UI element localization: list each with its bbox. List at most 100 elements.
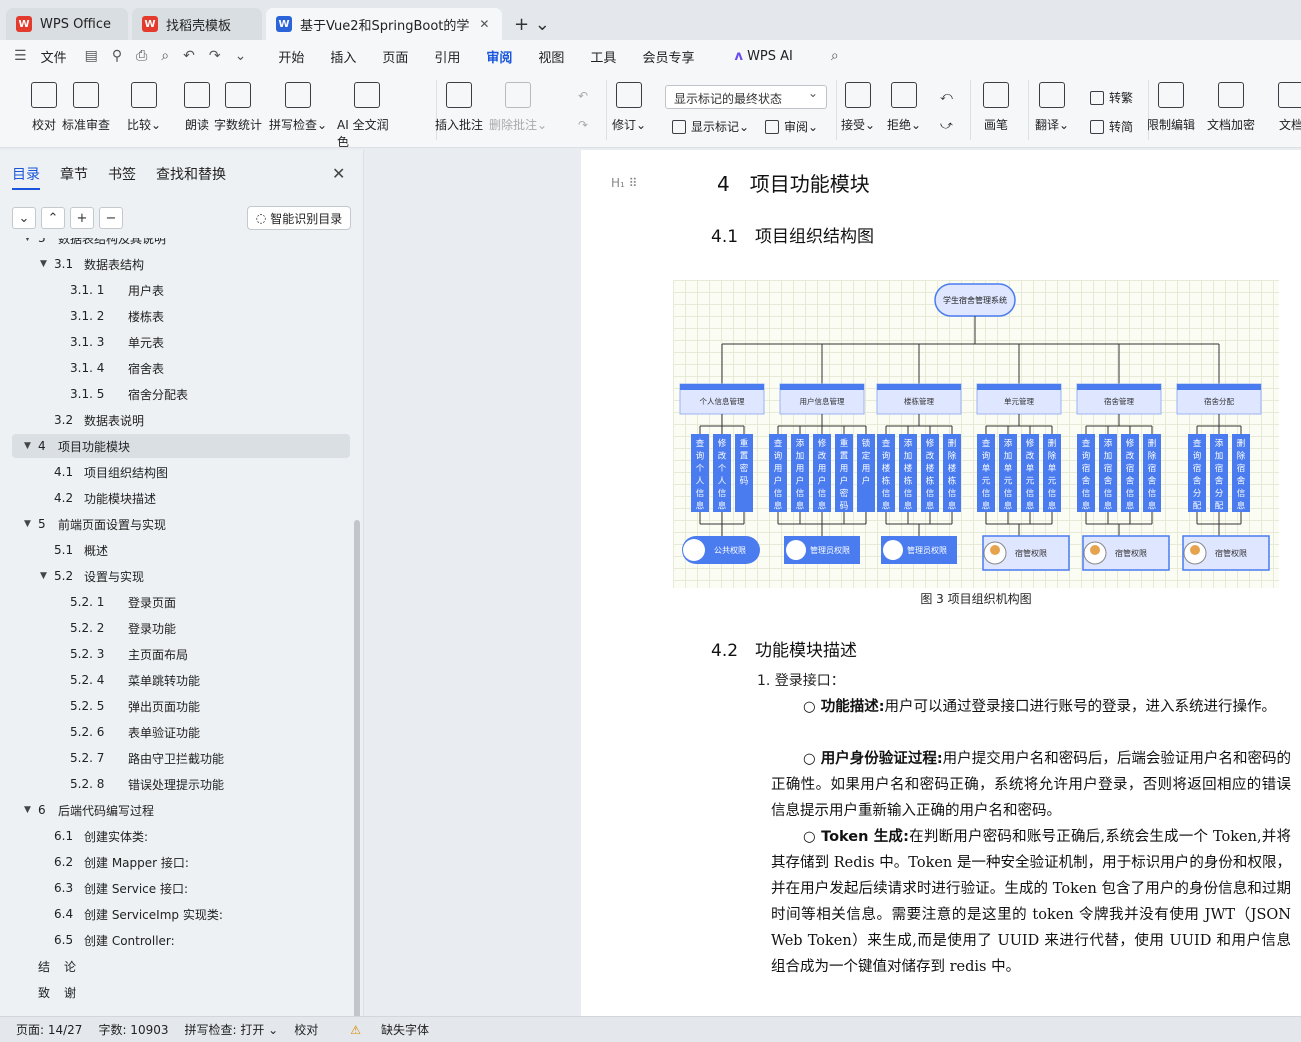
menu-item-7[interactable]: 会员专享 (642, 47, 694, 66)
save-icon[interactable]: ▤ (85, 48, 98, 64)
toc-item[interactable]: 5.2. 1 登录页面 (0, 590, 350, 614)
toc-item[interactable]: 结论 (0, 954, 350, 978)
menu-item-1[interactable]: 插入 (330, 47, 356, 66)
chevron-down-icon[interactable]: ▼ (24, 441, 31, 451)
smart-toc-button[interactable]: ◌ 智能识别目录 (247, 206, 351, 230)
toc-item[interactable]: ▼ 6 后端代码编写过程 (0, 798, 350, 822)
close-icon[interactable]: ✕ (479, 17, 489, 31)
toc-item[interactable]: 5.2. 5 弹出页面功能 (0, 694, 350, 718)
toc-item[interactable]: 3.1. 5 宿舍分配表 (0, 382, 350, 406)
ribbon-button-16[interactable]: 文档 (1261, 82, 1301, 133)
prev-comment-button[interactable]: ↶ (578, 89, 588, 103)
next-revision-button[interactable]: ⤻ (940, 118, 953, 133)
ribbon-button-12[interactable]: 画笔 (966, 82, 1026, 133)
toc-item[interactable]: 6.1 创建实体类: (0, 824, 350, 848)
menu-item-0[interactable]: 开始 (278, 47, 304, 66)
toc-scrollbar[interactable] (354, 520, 360, 1030)
next-comment-button[interactable]: ↷ (578, 118, 588, 132)
menu-item-3[interactable]: 引用 (434, 47, 460, 66)
toc-item[interactable]: 致谢 (0, 980, 350, 1004)
ribbon-button-2[interactable]: 比较⌄ (114, 82, 174, 133)
chevron-down-icon[interactable]: ▼ (24, 238, 31, 243)
tab-0[interactable]: W WPS Office (6, 8, 128, 40)
toc-item[interactable]: 5.2. 6 表单验证功能 (0, 720, 350, 744)
missing-font-status[interactable]: ⚠ 缺失字体 (334, 1021, 429, 1038)
print-icon[interactable]: ⎙ (136, 48, 147, 64)
nav-tab-0[interactable]: 目录 (12, 164, 40, 190)
tab-1[interactable]: W 找稻壳模板 (132, 8, 262, 40)
ribbon-button-13[interactable]: 翻译⌄ (1022, 82, 1082, 133)
ribbon-button-9[interactable]: 修订⌄ (599, 82, 659, 133)
minus-icon[interactable]: − (99, 207, 123, 229)
new-tab-button[interactable]: + ⌄ (506, 8, 558, 40)
nav-tab-1[interactable]: 章节 (60, 164, 88, 184)
chevron-down-icon[interactable]: ▼ (40, 259, 47, 269)
toc-item[interactable]: ▼ 5 前端页面设置与实现 (0, 512, 350, 536)
toc-item[interactable]: 6.4 创建 ServiceImp 实现类: (0, 902, 350, 926)
toc-item[interactable]: 5.2. 4 菜单跳转功能 (0, 668, 350, 692)
prev-revision-button[interactable]: ⤺ (940, 89, 953, 104)
redo-icon[interactable]: ↷ (209, 48, 221, 64)
hamburger-icon[interactable]: ☰ (14, 48, 27, 64)
toc-item[interactable]: 3.2 数据表说明 (0, 408, 350, 432)
review-pane-button[interactable]: 审阅⌄ (765, 118, 818, 135)
to-simplified-button[interactable]: 转简 (1090, 118, 1133, 135)
chevron-down-icon[interactable]: ▼ (24, 519, 31, 529)
print-preview-icon[interactable]: ⌕ (161, 48, 169, 64)
ribbon-button-4[interactable]: 字数统计 (208, 82, 268, 133)
toc-item[interactable]: ▼ 5.2 设置与实现 (0, 564, 350, 588)
wps-ai-menu[interactable]: ᴧ WPS AI (734, 49, 792, 64)
toc-item[interactable]: 4.1 项目组织结构图 (0, 460, 350, 484)
search-icon[interactable]: ⌕ (831, 48, 839, 64)
toc-item[interactable]: 6.5 创建 Controller: (0, 928, 350, 952)
show-markup-button[interactable]: 显示标记⌄ (672, 118, 749, 135)
toc-item[interactable]: 6.2 创建 Mapper 接口: (0, 850, 350, 874)
toc-item[interactable]: 3.1. 1 用户表 (0, 278, 350, 302)
nav-tab-2[interactable]: 书签 (108, 164, 136, 184)
toc-item[interactable]: 6.3 创建 Service 接口: (0, 876, 350, 900)
toc-item[interactable]: ▼ 3.1 数据表结构 (0, 252, 350, 276)
markup-display-select[interactable]: 显示标记的最终状态 (665, 85, 827, 109)
toc-item[interactable]: 3.1. 3 单元表 (0, 330, 350, 354)
tab-2[interactable]: W 基于Vue2和SpringBoot的学 ✕ (266, 8, 502, 40)
ribbon-button-8[interactable]: 删除批注⌄ (488, 82, 548, 133)
nav-tab-3[interactable]: 查找和替换 (156, 164, 226, 184)
heading-drag-handle-icon[interactable]: H₁ ⠿ (611, 176, 637, 190)
spell-check-status[interactable]: 拼写检查: 打开 ⌄ (185, 1021, 279, 1038)
word-count[interactable]: 字数: 10903 (98, 1021, 168, 1038)
menu-item-4[interactable]: 审阅 (486, 47, 513, 74)
page-indicator[interactable]: 页面: 14/27 (16, 1021, 82, 1038)
ribbon-button-7[interactable]: 插入批注 (429, 82, 489, 133)
ribbon-button-14[interactable]: 限制编辑 (1141, 82, 1201, 133)
chevron-down-icon[interactable]: ▼ (24, 805, 31, 815)
toc-item[interactable]: 5.1 概述 (0, 538, 350, 562)
toc-item[interactable]: 5.2. 2 登录功能 (0, 616, 350, 640)
menu-item-2[interactable]: 页面 (382, 47, 408, 66)
plus-icon[interactable]: + (70, 207, 94, 229)
to-traditional-button[interactable]: 转繁 (1090, 89, 1133, 106)
chevron-down-icon[interactable]: ▼ (40, 571, 47, 581)
chevron-down-icon[interactable]: ⌄ (12, 207, 36, 229)
toc-item[interactable]: 5.2. 7 路由守卫拦截功能 (0, 746, 350, 770)
chevron-up-icon[interactable]: ⌃ (41, 207, 65, 229)
ribbon-button-1[interactable]: 标准审查 (56, 82, 116, 133)
menu-item-5[interactable]: 视图 (538, 47, 564, 66)
toc-item[interactable]: ▼ 3 数据表结构及其说明 (0, 238, 350, 250)
link-icon[interactable]: ⚲ (112, 48, 122, 64)
toc-item[interactable]: 3.1. 4 宿舍表 (0, 356, 350, 380)
toc-item[interactable]: 3.1. 2 楼栋表 (0, 304, 350, 328)
ribbon-button-15[interactable]: 文档加密 (1201, 82, 1261, 133)
toc-item[interactable]: 4.2 功能模块描述 (0, 486, 350, 510)
ribbon-button-5[interactable]: 拼写检查⌄ (268, 82, 328, 133)
menu-file[interactable]: 文件 (41, 47, 67, 66)
close-icon[interactable]: ✕ (332, 164, 345, 183)
toc-item[interactable]: 5.2. 3 主页面布局 (0, 642, 350, 666)
ribbon-button-6[interactable]: AI 全文润色 (337, 82, 397, 150)
menu-item-6[interactable]: 工具 (590, 47, 616, 66)
more-icon[interactable]: ⌄ (235, 48, 247, 64)
proof-status[interactable]: 校对 (294, 1021, 318, 1038)
undo-icon[interactable]: ↶ (183, 48, 195, 64)
ribbon-button-11[interactable]: 拒绝⌄ (874, 82, 934, 133)
toc-item[interactable]: 5.2. 8 错误处理提示功能 (0, 772, 350, 796)
toc-item[interactable]: ▼ 4 项目功能模块 (12, 434, 350, 458)
